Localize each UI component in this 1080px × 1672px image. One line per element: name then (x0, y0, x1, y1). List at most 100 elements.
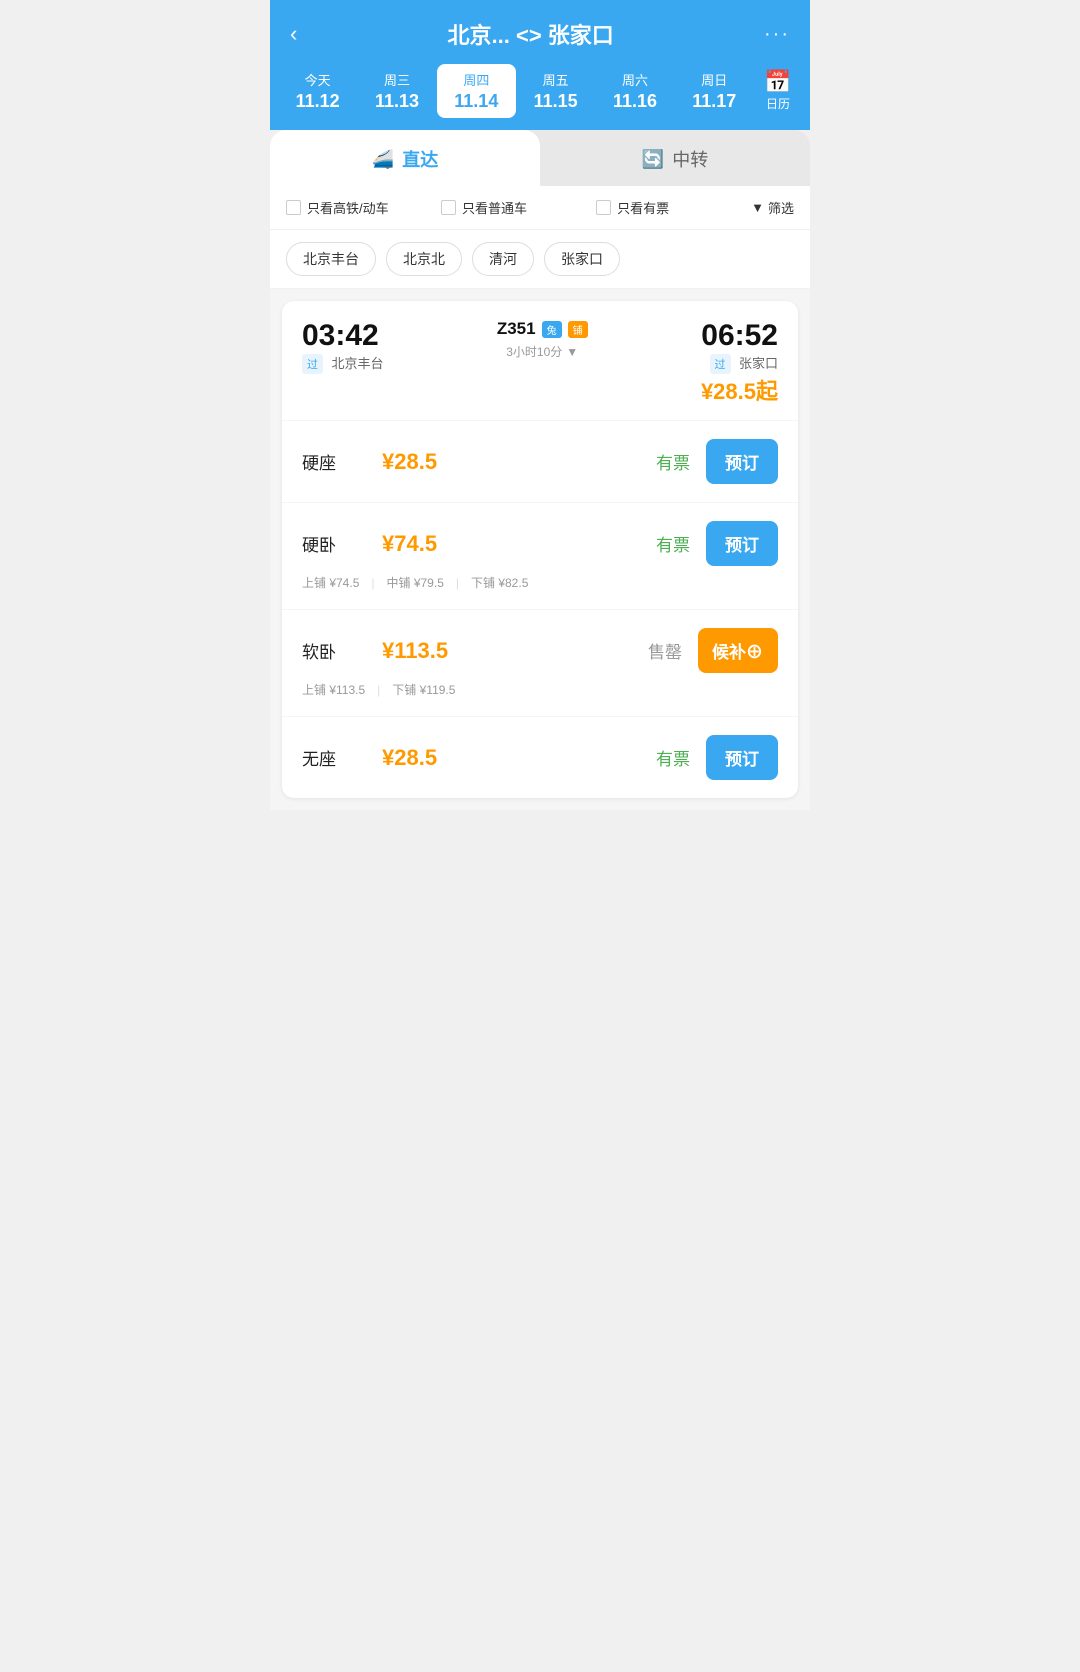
back-button[interactable]: ‹ (290, 21, 297, 47)
more-button[interactable]: ··· (764, 23, 790, 46)
book-button-3[interactable]: 预订 (706, 735, 778, 780)
depart-station-name: 北京丰台 (331, 356, 383, 371)
sub-item: 中铺 ¥79.5 (387, 574, 444, 591)
station-tag-0[interactable]: 北京丰台 (286, 242, 376, 276)
date-item-wed[interactable]: 周三 11.13 (357, 64, 436, 118)
seat-sub-2: 上铺 ¥113.5 | 下铺 ¥119.5 (302, 681, 778, 698)
depart-time: 03:42 (302, 319, 383, 353)
seat-btn-wrap-2: 候补⊕ (698, 628, 778, 673)
sub-divider: | (377, 683, 380, 697)
date-item-fri[interactable]: 周五11.15 (516, 64, 595, 118)
tab-direct[interactable]: 🚄 直达 (270, 130, 540, 186)
header: ‹ 北京... <> 张家口 ··· (270, 0, 810, 64)
station-tags: 北京丰台 北京北 清河 张家口 (270, 230, 810, 289)
book-button-0[interactable]: 预订 (706, 439, 778, 484)
depart-station-info: 过 北京丰台 (302, 353, 383, 374)
seat-price-2: ¥113.5 (382, 638, 648, 664)
seat-sub-1: 上铺 ¥74.5|中铺 ¥79.5|下铺 ¥82.5 (302, 574, 778, 591)
filter-available-checkbox[interactable] (596, 200, 611, 215)
filter-available[interactable]: 只看有票 (596, 198, 751, 217)
seat-name-1: 硬卧 (302, 531, 362, 556)
date-num: 11.12 (282, 91, 353, 112)
sub-divider: | (371, 576, 374, 590)
filter-select-button[interactable]: ▼ 筛选 (751, 198, 794, 217)
day-label: 周三 (361, 70, 432, 89)
filter-highspeed[interactable]: 只看高铁/动车 (286, 198, 441, 217)
day-label: 周六 (599, 70, 670, 89)
date-num: 11.16 (599, 91, 670, 112)
main-content: 🚄 直达 🔄 中转 只看高铁/动车 只看普通车 只看有票 (270, 130, 810, 810)
date-items: 今天 11.12 周三 11.13 周四 11.14周五11.15周六 11.16周日11.… (278, 64, 754, 118)
arrive-station-tag: 过 (710, 354, 731, 374)
sub-item: 上铺 ¥74.5 (302, 574, 359, 591)
seat-row-0: 硬座 ¥28.5 有票 预订 (282, 420, 798, 502)
day-label: 周日 (679, 70, 750, 89)
tab-transfer[interactable]: 🔄 中转 (540, 130, 810, 186)
tab-direct-label: 直达 (402, 146, 438, 172)
duration-text: 3小时10分 (506, 343, 562, 360)
sub-item: 下铺 ¥119.5 (392, 681, 455, 698)
filter-regular[interactable]: 只看普通车 (441, 198, 596, 217)
train-middle: Z351 兔 铺 3小时10分 ▼ (383, 319, 700, 360)
train-price: ¥28.5起 (701, 374, 778, 406)
seat-main-0: 硬座 ¥28.5 有票 预订 (302, 439, 778, 484)
filter-available-label: 只看有票 (617, 198, 669, 217)
station-tag-2[interactable]: 清河 (472, 242, 534, 276)
seat-main-2: 软卧 ¥113.5 售罄 候补⊕ (302, 628, 778, 673)
seat-status-3: 有票 (656, 745, 690, 770)
calendar-label: 日历 (766, 97, 790, 111)
direct-icon: 🚄 (372, 149, 394, 170)
filter-highspeed-checkbox[interactable] (286, 200, 301, 215)
seat-name-3: 无座 (302, 745, 362, 770)
day-label: 今天 (282, 70, 353, 89)
train-number-row: Z351 兔 铺 (395, 319, 688, 339)
filters-bar: 只看高铁/动车 只看普通车 只看有票 ▼ 筛选 (270, 186, 810, 230)
seat-price-1: ¥74.5 (382, 531, 656, 557)
station-tag-1[interactable]: 北京北 (386, 242, 462, 276)
arrive-time: 06:52 (701, 319, 778, 353)
arrive-station-name: 张家口 (739, 356, 778, 371)
station-tag-3[interactable]: 张家口 (544, 242, 620, 276)
seat-row-1: 硬卧 ¥74.5 有票 预订 上铺 ¥74.5|中铺 ¥79.5|下铺 ¥82.… (282, 502, 798, 609)
badge-berth: 铺 (568, 321, 588, 338)
page-title: 北京... <> 张家口 (297, 18, 764, 50)
waitlist-button-2[interactable]: 候补⊕ (698, 628, 778, 673)
seat-status-1: 有票 (656, 531, 690, 556)
calendar-icon: 📅 (754, 69, 802, 95)
seat-status-2: 售罄 (648, 638, 682, 663)
seat-price-0: ¥28.5 (382, 449, 656, 475)
filter-regular-label: 只看普通车 (462, 198, 527, 217)
date-num: 11.13 (361, 91, 432, 112)
duration-expand-icon[interactable]: ▼ (566, 345, 578, 359)
seat-row-3: 无座 ¥28.5 有票 预订 (282, 716, 798, 798)
date-item-sun[interactable]: 周日11.17 (675, 64, 754, 118)
seat-rows: 硬座 ¥28.5 有票 预订 硬卧 ¥74.5 有票 预订 上铺 ¥74.5 | 中… (282, 420, 798, 798)
train-card: 03:42 过 北京丰台 Z351 兔 铺 3小时10分 ▼ (282, 301, 798, 798)
date-item-thu[interactable]: 周四 11.14 (437, 64, 516, 118)
date-item-today[interactable]: 今天 11.12 (278, 64, 357, 118)
train-arrive: 06:52 过 张家口 ¥28.5起 (701, 319, 778, 406)
seat-btn-wrap-0: 预订 (706, 439, 778, 484)
app-container: ‹ 北京... <> 张家口 ··· 今天 11.12 周三 11.13 周四 11.14… (270, 0, 810, 1672)
train-header: 03:42 过 北京丰台 Z351 兔 铺 3小时10分 ▼ (282, 301, 798, 420)
day-label: 周五 (520, 70, 591, 89)
tab-bar: 🚄 直达 🔄 中转 (270, 130, 810, 186)
book-button-1[interactable]: 预订 (706, 521, 778, 566)
arrive-station-info: 过 张家口 (701, 353, 778, 374)
train-duration: 3小时10分 ▼ (395, 343, 688, 360)
seat-price-3: ¥28.5 (382, 745, 656, 771)
filter-icon: ▼ (751, 200, 764, 215)
seat-name-2: 软卧 (302, 638, 362, 663)
date-item-sat[interactable]: 周六 11.16 (595, 64, 674, 118)
calendar-button[interactable]: 📅 日历 (754, 69, 802, 113)
seat-status-0: 有票 (656, 449, 690, 474)
date-num: 11.14 (441, 91, 512, 112)
seat-btn-wrap-1: 预订 (706, 521, 778, 566)
filter-regular-checkbox[interactable] (441, 200, 456, 215)
transfer-icon: 🔄 (642, 149, 664, 170)
sub-item: 下铺 ¥82.5 (471, 574, 528, 591)
seat-row-2: 软卧 ¥113.5 售罄 候补⊕ 上铺 ¥113.5 | 下铺 ¥119.5 (282, 609, 798, 716)
sub-item: 上铺 ¥113.5 (302, 681, 365, 698)
seat-main-3: 无座 ¥28.5 有票 预订 (302, 735, 778, 780)
day-label: 周四 (441, 70, 512, 89)
